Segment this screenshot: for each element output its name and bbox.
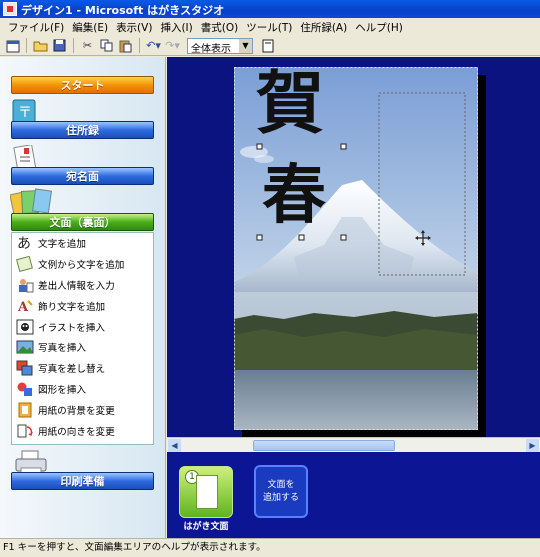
page-thumbnail[interactable]: 1 <box>179 466 233 518</box>
calendar-icon[interactable] <box>4 37 21 54</box>
copy-icon[interactable] <box>98 37 115 54</box>
sender-info-icon <box>16 277 34 293</box>
task-label: 用紙の背景を変更 <box>38 405 115 417</box>
title-bar[interactable]: デザイン1 - Microsoft はがきスタジオ <box>0 0 540 18</box>
task-add-template-text[interactable]: 文例から文字を追加 <box>12 254 153 275</box>
task-label: イラストを挿入 <box>38 322 105 334</box>
recipient-side-button[interactable]: 宛名面 <box>11 167 154 185</box>
cut-icon[interactable]: ✂ <box>79 37 96 54</box>
background-icon <box>16 402 34 418</box>
calligraphy-haru[interactable]: 春 <box>262 158 326 233</box>
decorative-text-icon: A <box>16 298 34 315</box>
scroll-thumb[interactable] <box>252 440 395 451</box>
zoom-select[interactable]: 全体表示 ▼ <box>187 37 253 55</box>
menu-edit[interactable]: 編集(E) <box>68 20 112 35</box>
task-decorative-text[interactable]: A 飾り文字を追加 <box>12 295 153 316</box>
page-preview <box>196 475 218 509</box>
task-label: 写真を挿入 <box>38 343 86 355</box>
task-list: あ 文字を追加 文例から文字を追加 差出人情報を入力 A 飾り文字を追加 イラス… <box>11 232 154 445</box>
svg-text:あ: あ <box>17 236 31 251</box>
save-icon[interactable] <box>51 37 68 54</box>
replace-photo-icon <box>16 360 34 376</box>
task-insert-photo[interactable]: 写真を挿入 <box>12 337 153 358</box>
menu-insert[interactable]: 挿入(I) <box>156 20 196 35</box>
paste-icon[interactable] <box>117 37 134 54</box>
app-icon[interactable] <box>3 2 17 16</box>
status-bar: F1 キーを押すと、文面編集エリアのヘルプが表示されます。 <box>0 538 540 557</box>
toolbar-separator <box>139 38 140 53</box>
template-text-icon <box>16 255 34 273</box>
task-panel: スタート 〒 住所録 宛名面 文面（裏面） あ 文字を追加 文例から文字を追加 <box>0 57 166 538</box>
task-label: 用紙の向きを変更 <box>38 426 115 438</box>
toolbar-separator <box>73 38 74 53</box>
start-button[interactable]: スタート <box>11 76 154 94</box>
task-add-text[interactable]: あ 文字を追加 <box>12 233 153 254</box>
text-side-button[interactable]: 文面（裏面） <box>11 213 154 231</box>
menu-format[interactable]: 書式(O) <box>197 20 242 35</box>
task-sender-info[interactable]: 差出人情報を入力 <box>12 275 153 296</box>
page-strip: 1 はがき文面 文面を 追加する <box>167 452 540 538</box>
scroll-left-icon[interactable]: ◀ <box>168 439 181 452</box>
redo-icon[interactable]: ↷▾ <box>164 37 181 54</box>
orientation-icon <box>16 423 34 439</box>
task-insert-illustration[interactable]: イラストを挿入 <box>12 316 153 337</box>
menu-file[interactable]: ファイル(F) <box>4 20 68 35</box>
application-window: デザイン1 - Microsoft はがきスタジオ ファイル(F) 編集(E) … <box>0 0 540 557</box>
task-insert-shape[interactable]: 図形を挿入 <box>12 379 153 400</box>
scroll-right-icon[interactable]: ▶ <box>526 439 539 452</box>
task-change-background[interactable]: 用紙の背景を変更 <box>12 399 153 420</box>
toolbar: ✂ ↶▾ ↷▾ 全体表示 ▼ <box>0 36 540 56</box>
window-title: デザイン1 - Microsoft はがきスタジオ <box>21 4 225 17</box>
open-folder-icon[interactable] <box>32 37 49 54</box>
menu-bar: ファイル(F) 編集(E) 表示(V) 挿入(I) 書式(O) ツール(T) 住… <box>0 18 540 36</box>
chevron-down-icon[interactable]: ▼ <box>239 38 252 53</box>
undo-icon[interactable]: ↶▾ <box>145 37 162 54</box>
task-change-orientation[interactable]: 用紙の向きを変更 <box>12 420 153 441</box>
task-label: 図形を挿入 <box>38 384 86 396</box>
toolbar-separator <box>26 38 27 53</box>
menu-tools[interactable]: ツール(T) <box>242 20 296 35</box>
task-label: 差出人情報を入力 <box>38 280 115 292</box>
menu-help[interactable]: ヘルプ(H) <box>351 20 407 35</box>
task-label: 文例から文字を追加 <box>38 260 125 272</box>
task-label: 文字を追加 <box>38 239 86 251</box>
task-label: 写真を差し替え <box>38 364 106 376</box>
calligraphy-ga[interactable]: 賀 <box>256 67 324 144</box>
mount-fuji-photo[interactable]: 賀 春 <box>234 67 478 430</box>
postcard[interactable]: 賀 春 <box>234 67 478 430</box>
task-label: 飾り文字を追加 <box>38 301 106 313</box>
menu-address-book[interactable]: 住所録(A) <box>296 20 351 35</box>
design-canvas[interactable]: 賀 春 <box>167 57 540 437</box>
print-prep-button[interactable]: 印刷準備 <box>11 472 154 490</box>
page-view-icon[interactable] <box>259 37 276 54</box>
photo-icon <box>16 339 34 355</box>
shape-icon <box>16 381 34 397</box>
zoom-value: 全体表示 <box>191 43 231 55</box>
add-text-side-button[interactable]: 文面を 追加する <box>254 465 308 518</box>
page-thumbnail-label: はがき文面 <box>183 522 229 532</box>
illustration-icon <box>16 319 34 335</box>
svg-text:〒: 〒 <box>18 105 32 121</box>
svg-text:A: A <box>17 300 29 314</box>
task-replace-photo[interactable]: 写真を差し替え <box>12 358 153 379</box>
add-text-icon: あ <box>16 235 34 252</box>
menu-view[interactable]: 表示(V) <box>112 20 156 35</box>
horizontal-scrollbar[interactable]: ◀ ▶ <box>167 437 540 452</box>
address-book-button[interactable]: 住所録 <box>11 121 154 139</box>
